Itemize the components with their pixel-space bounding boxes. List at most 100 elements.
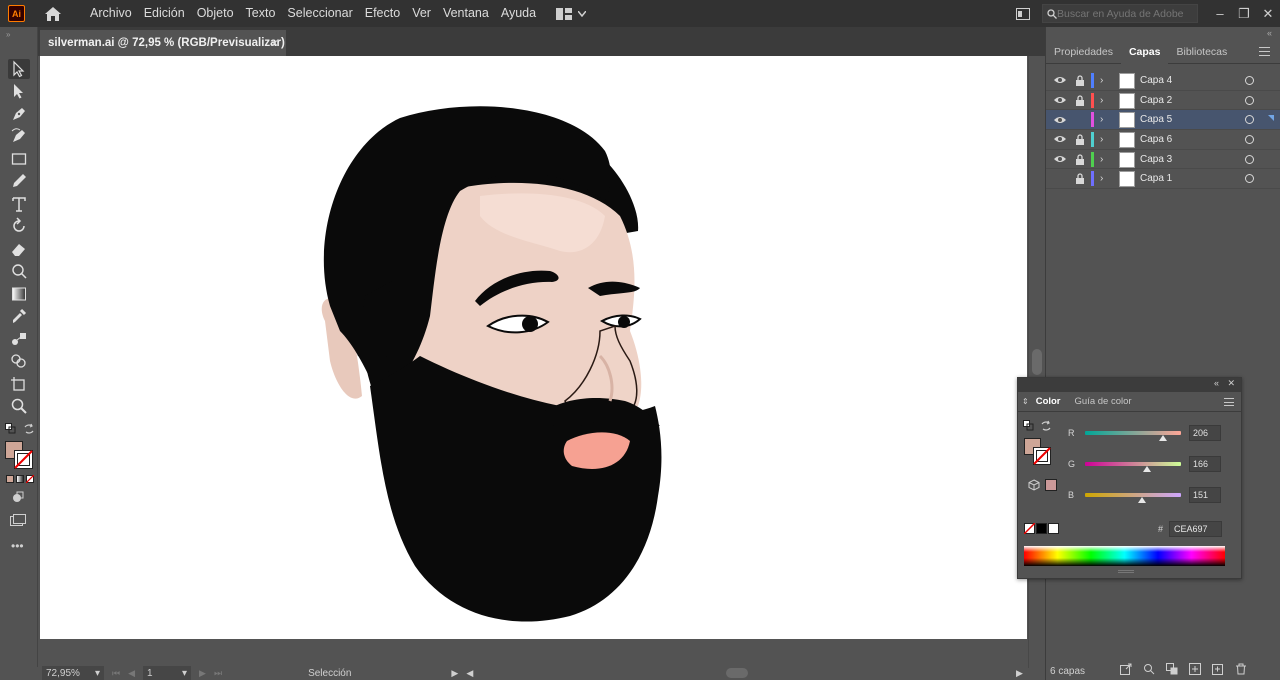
next-artboard-button[interactable]: ▶ bbox=[199, 668, 206, 679]
last-artboard-button[interactable]: ⏭ bbox=[214, 668, 222, 679]
horizontal-scrollbar-thumb[interactable] bbox=[726, 668, 748, 678]
target-circle-icon[interactable] bbox=[1245, 75, 1254, 85]
target-circle-icon[interactable] bbox=[1245, 115, 1254, 125]
blue-value-field[interactable]: 151 bbox=[1189, 487, 1221, 503]
eye-icon[interactable] bbox=[1053, 134, 1067, 144]
export-icon[interactable] bbox=[1120, 663, 1132, 675]
more-tools-icon[interactable]: ••• bbox=[11, 539, 24, 553]
restore-button[interactable]: ❐ bbox=[1232, 6, 1256, 22]
curvature-tool[interactable] bbox=[8, 126, 30, 146]
panel-collapse-icon[interactable]: « bbox=[1267, 28, 1272, 38]
layer-name[interactable]: Capa 4 bbox=[1140, 75, 1172, 86]
trash-icon[interactable] bbox=[1235, 663, 1247, 675]
document-tab[interactable]: silverman.ai @ 72,95 % (RGB/Previsualiza… bbox=[40, 30, 286, 56]
prev-artboard-button[interactable]: ◀ bbox=[128, 668, 135, 679]
scroll-left-arrow[interactable]: ◀ bbox=[466, 668, 473, 679]
layer-row[interactable]: › Capa 2 bbox=[1046, 91, 1280, 111]
eraser-tool[interactable] bbox=[8, 239, 30, 259]
layer-row[interactable]: › Capa 5 bbox=[1046, 110, 1280, 131]
menu-objeto[interactable]: Objeto bbox=[191, 0, 240, 27]
default-colors-icon[interactable] bbox=[1023, 420, 1035, 432]
black-swatch[interactable] bbox=[1036, 523, 1047, 534]
lock-icon[interactable] bbox=[1075, 75, 1085, 86]
panel-toggle-icon[interactable] bbox=[1016, 7, 1030, 20]
draw-mode-icon[interactable] bbox=[11, 490, 25, 504]
out-of-gamut-cube-icon[interactable] bbox=[1028, 479, 1040, 491]
close-panel-icon[interactable]: ✕ bbox=[1227, 378, 1235, 389]
selection-tool[interactable] bbox=[8, 59, 30, 79]
status-menu-arrow[interactable]: ▶ bbox=[451, 668, 458, 679]
search-input[interactable] bbox=[1057, 7, 1193, 20]
menu-efecto[interactable]: Efecto bbox=[359, 0, 406, 27]
panel-options-toggle[interactable]: ⇕ bbox=[1022, 397, 1029, 406]
workspace-switcher[interactable] bbox=[556, 7, 587, 20]
collapse-panel-icon[interactable]: « bbox=[1214, 378, 1219, 388]
blend-tool[interactable] bbox=[8, 329, 30, 349]
expand-arrow-icon[interactable]: › bbox=[1100, 154, 1103, 165]
lock-icon[interactable] bbox=[1075, 173, 1085, 185]
blue-slider-knob[interactable] bbox=[1137, 497, 1146, 503]
zoom-tool[interactable] bbox=[8, 396, 30, 416]
help-search[interactable] bbox=[1042, 4, 1198, 23]
layer-name[interactable]: Capa 1 bbox=[1140, 173, 1172, 184]
menu-ventana[interactable]: Ventana bbox=[437, 0, 495, 27]
eyedropper-tool[interactable] bbox=[8, 306, 30, 326]
red-slider-knob[interactable] bbox=[1158, 435, 1167, 441]
color-mode-button[interactable] bbox=[6, 475, 14, 483]
lock-icon[interactable] bbox=[1075, 134, 1085, 145]
canvas-area[interactable] bbox=[38, 56, 1028, 668]
rectangle-tool[interactable] bbox=[8, 149, 30, 169]
color-spectrum[interactable] bbox=[1024, 546, 1225, 566]
menu-ayuda[interactable]: Ayuda bbox=[495, 0, 542, 27]
screen-mode-icon[interactable] bbox=[10, 514, 26, 526]
zoom-level-field[interactable]: 72,95% ▾ bbox=[42, 666, 104, 680]
color-panel-menu-icon[interactable] bbox=[1224, 398, 1234, 406]
swap-colors-icon[interactable] bbox=[1040, 420, 1052, 432]
none-mode-button[interactable] bbox=[26, 475, 34, 483]
green-slider[interactable] bbox=[1085, 462, 1181, 472]
menu-edicion[interactable]: Edición bbox=[138, 0, 191, 27]
panel-menu-icon[interactable] bbox=[1259, 47, 1270, 56]
gradient-tool[interactable] bbox=[8, 284, 30, 304]
visibility-toggle-empty[interactable] bbox=[1053, 174, 1067, 184]
tab-propiedades[interactable]: Propiedades bbox=[1046, 40, 1121, 64]
tab-color[interactable]: Color bbox=[1029, 396, 1068, 407]
tab-guia-de-color[interactable]: Guía de color bbox=[1068, 396, 1139, 407]
red-slider[interactable] bbox=[1085, 431, 1181, 441]
portrait-artwork[interactable] bbox=[40, 56, 1027, 639]
scrollbar-thumb[interactable] bbox=[1032, 349, 1042, 375]
none-swatch[interactable] bbox=[1024, 523, 1035, 534]
swap-colors-icon[interactable] bbox=[23, 423, 35, 435]
red-value-field[interactable]: 206 bbox=[1189, 425, 1221, 441]
layer-row[interactable]: › Capa 6 bbox=[1046, 130, 1280, 150]
lock-icon[interactable] bbox=[1075, 94, 1085, 106]
artboard[interactable] bbox=[40, 56, 1027, 639]
gradient-mode-button[interactable] bbox=[16, 475, 24, 483]
blue-slider[interactable] bbox=[1085, 493, 1181, 503]
layer-name[interactable]: Capa 2 bbox=[1140, 95, 1172, 106]
panel-collapse-icon[interactable]: » bbox=[6, 30, 10, 39]
clipping-mask-icon[interactable] bbox=[1166, 663, 1178, 675]
target-circle-icon[interactable] bbox=[1245, 154, 1254, 164]
stroke-swatch[interactable] bbox=[14, 450, 33, 469]
first-artboard-button[interactable]: ⏮ bbox=[112, 668, 120, 679]
lock-icon[interactable] bbox=[1075, 153, 1085, 165]
shape-builder-tool[interactable] bbox=[8, 351, 30, 371]
rotate-tool[interactable] bbox=[8, 216, 30, 236]
direct-selection-tool[interactable] bbox=[8, 81, 30, 101]
layer-name[interactable]: Capa 5 bbox=[1140, 114, 1172, 125]
menu-ver[interactable]: Ver bbox=[406, 0, 437, 27]
selection-indicator[interactable] bbox=[1268, 115, 1274, 122]
home-icon[interactable] bbox=[44, 6, 62, 22]
eye-icon[interactable] bbox=[1053, 154, 1067, 164]
white-swatch[interactable] bbox=[1048, 523, 1059, 534]
menu-texto[interactable]: Texto bbox=[240, 0, 282, 27]
layer-row[interactable]: › Capa 4 bbox=[1046, 71, 1280, 91]
type-tool[interactable] bbox=[8, 194, 30, 214]
expand-arrow-icon[interactable]: › bbox=[1100, 173, 1103, 184]
web-safe-color-swatch[interactable] bbox=[1045, 479, 1057, 491]
artboard-number-field[interactable]: 1 ▾ bbox=[143, 666, 192, 680]
new-layer-icon[interactable] bbox=[1212, 663, 1224, 675]
default-colors-icon[interactable] bbox=[5, 423, 19, 435]
expand-arrow-icon[interactable]: › bbox=[1100, 75, 1103, 86]
